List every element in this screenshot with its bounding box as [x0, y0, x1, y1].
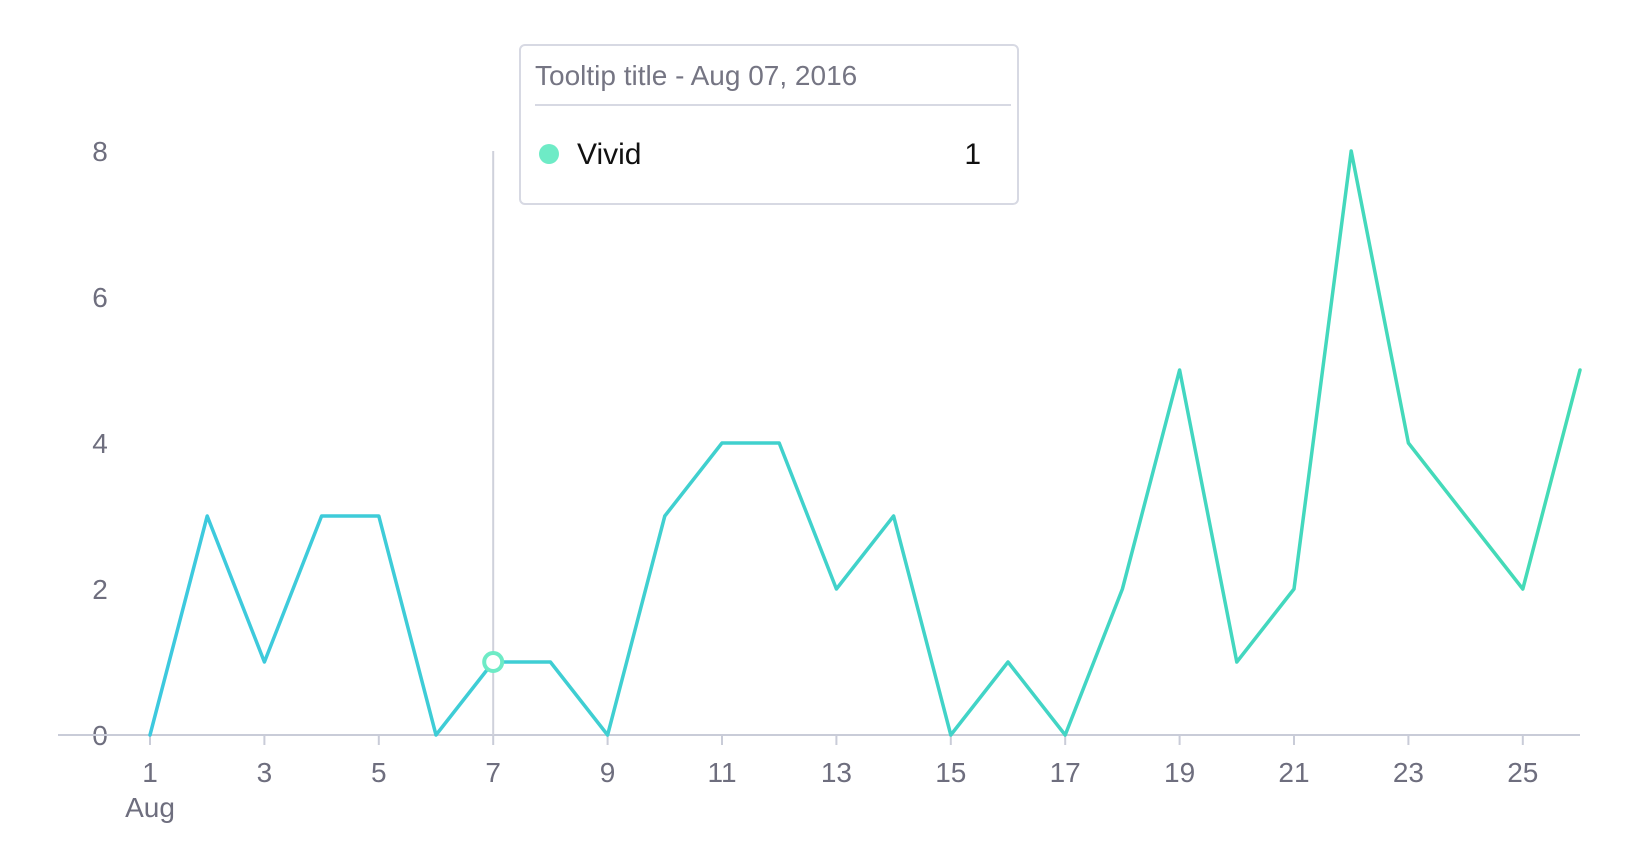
x-axis: 1 3 5 7 9 11 13 15 17 19 21 23 25Aug [58, 734, 1580, 823]
y-tick-label: 4 [92, 428, 108, 459]
tooltip: Tooltip title - Aug 07, 2016 Vivid 1 [519, 44, 1019, 205]
y-axis: 02468 [92, 136, 108, 751]
tooltip-title: Tooltip title - Aug 07, 2016 [535, 60, 1011, 106]
x-tick-label: 21 [1278, 757, 1309, 788]
x-tick-label: 25 [1507, 757, 1538, 788]
tooltip-series-name: Vivid [577, 138, 642, 171]
point-layer[interactable] [482, 651, 505, 673]
x-tick-label: 17 [1050, 757, 1081, 788]
tooltip-row: Vivid 1 [539, 138, 981, 178]
x-tick-label: 11 [707, 757, 736, 788]
x-tick-label: 9 [600, 757, 616, 788]
series-layer [148, 149, 1582, 737]
x-tick-label: 5 [371, 757, 387, 788]
x-month-label: Aug [125, 792, 175, 823]
tooltip-series-dot-icon [539, 144, 559, 164]
x-tick-label: 15 [935, 757, 966, 788]
x-tick-label: 13 [821, 757, 852, 788]
highlighted-data-point[interactable] [482, 651, 505, 673]
series-line [148, 149, 1582, 737]
x-tick-label: 23 [1393, 757, 1424, 788]
y-tick-label: 6 [92, 282, 108, 313]
x-tick-label: 1 [142, 757, 158, 788]
x-tick-label: 19 [1164, 757, 1195, 788]
tooltip-series-value: 1 [964, 138, 981, 171]
x-tick-label: 7 [485, 757, 501, 788]
y-tick-label: 8 [92, 136, 108, 167]
x-tick-label: 3 [257, 757, 273, 788]
y-tick-label: 2 [92, 574, 108, 605]
